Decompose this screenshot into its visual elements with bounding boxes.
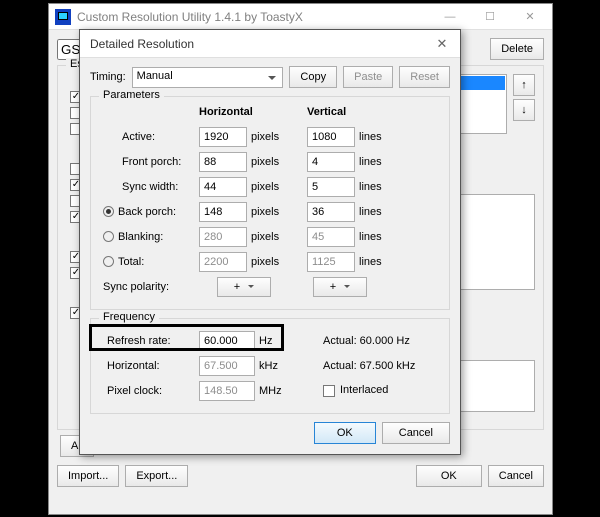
interlaced-label: Interlaced (340, 384, 388, 396)
param-label: Blanking: (118, 231, 163, 243)
parameters-group: Parameters Horizontal Vertical Active:pi… (90, 96, 450, 310)
copy-button[interactable]: Copy (289, 66, 337, 88)
h-value[interactable] (199, 127, 247, 147)
timing-label: Timing: (90, 71, 126, 83)
move-down-button[interactable]: ↓ (513, 99, 535, 121)
param-radio[interactable] (103, 206, 114, 217)
main-cancel-button[interactable]: Cancel (488, 465, 544, 487)
horizontal-freq-label: Horizontal: (107, 360, 160, 372)
param-label: Front porch: (122, 156, 181, 168)
v-unit: lines (359, 181, 399, 193)
h-value[interactable] (199, 202, 247, 222)
move-up-button[interactable]: ↑ (513, 74, 535, 96)
h-unit: pixels (251, 206, 291, 218)
dialog-close-button[interactable]: ✕ (430, 36, 454, 52)
v-unit: lines (359, 131, 399, 143)
parameter-row: Front porch: pixels lines (101, 149, 439, 174)
v-polarity-button[interactable]: + (313, 277, 367, 297)
v-value[interactable] (307, 177, 355, 197)
interlaced-checkbox[interactable] (323, 385, 335, 397)
dialog-ok-button[interactable]: OK (314, 422, 376, 444)
parameter-row: Total: pixels lines (101, 249, 439, 274)
param-label: Sync width: (122, 181, 178, 193)
h-unit: pixels (251, 181, 291, 193)
dialog-title: Detailed Resolution (90, 37, 430, 51)
detailed-resolution-dialog: Detailed Resolution ✕ Timing: Manual Cop… (79, 29, 461, 455)
timing-dropdown[interactable]: Manual (132, 67, 284, 88)
v-unit: lines (359, 256, 399, 268)
h-value[interactable] (199, 152, 247, 172)
h-value[interactable] (199, 177, 247, 197)
horizontal-freq-unit: kHz (259, 360, 293, 372)
frequency-group: Frequency Refresh rate: Hz Actual: 60.00… (90, 318, 450, 414)
h-unit: pixels (251, 156, 291, 168)
maximize-button[interactable]: ☐ (470, 5, 510, 29)
h-unit: pixels (251, 256, 291, 268)
horizontal-freq-actual: Actual: 67.500 kHz (323, 360, 415, 372)
v-unit: lines (359, 231, 399, 243)
h-unit: pixels (251, 131, 291, 143)
horizontal-header: Horizontal (199, 106, 307, 118)
v-value[interactable] (307, 227, 355, 247)
h-value[interactable] (199, 252, 247, 272)
refresh-rate-label: Refresh rate: (107, 335, 171, 347)
delete-button[interactable]: Delete (490, 38, 544, 60)
refresh-rate-input[interactable] (199, 331, 255, 351)
dialog-cancel-button[interactable]: Cancel (382, 422, 450, 444)
v-value[interactable] (307, 127, 355, 147)
parameter-row: Back porch: pixels lines (101, 199, 439, 224)
frequency-legend: Frequency (99, 311, 159, 323)
paste-button[interactable]: Paste (343, 66, 393, 88)
pixel-clock-input[interactable] (199, 381, 255, 401)
sync-polarity-label: Sync polarity: (101, 281, 199, 293)
parameters-legend: Parameters (99, 89, 164, 101)
dialog-titlebar: Detailed Resolution ✕ (80, 30, 460, 58)
import-button[interactable]: Import... (57, 465, 119, 487)
param-label: Back porch: (118, 206, 176, 218)
close-button[interactable]: ✕ (510, 5, 550, 29)
h-unit: pixels (251, 231, 291, 243)
reset-button[interactable]: Reset (399, 66, 450, 88)
titlebar: Custom Resolution Utility 1.4.1 by Toast… (49, 4, 552, 30)
h-value[interactable] (199, 227, 247, 247)
minimize-button[interactable]: — (430, 5, 470, 29)
horizontal-freq-input[interactable] (199, 356, 255, 376)
param-radio[interactable] (103, 256, 114, 267)
param-radio[interactable] (103, 231, 114, 242)
param-label: Active: (122, 131, 155, 143)
app-icon (55, 9, 71, 25)
parameter-row: Sync width: pixels lines (101, 174, 439, 199)
param-label: Total: (118, 256, 144, 268)
export-button[interactable]: Export... (125, 465, 188, 487)
pixel-clock-label: Pixel clock: (107, 385, 162, 397)
v-value[interactable] (307, 152, 355, 172)
vertical-header: Vertical (307, 106, 395, 118)
parameter-row: Blanking: pixels lines (101, 224, 439, 249)
v-value[interactable] (307, 252, 355, 272)
h-polarity-button[interactable]: + (217, 277, 271, 297)
window-title: Custom Resolution Utility 1.4.1 by Toast… (77, 10, 430, 24)
pixel-clock-unit: MHz (259, 385, 293, 397)
v-unit: lines (359, 156, 399, 168)
refresh-rate-actual: Actual: 60.000 Hz (323, 335, 410, 347)
parameter-row: Active: pixels lines (101, 124, 439, 149)
v-value[interactable] (307, 202, 355, 222)
v-unit: lines (359, 206, 399, 218)
main-ok-button[interactable]: OK (416, 465, 482, 487)
refresh-rate-unit: Hz (259, 335, 293, 347)
